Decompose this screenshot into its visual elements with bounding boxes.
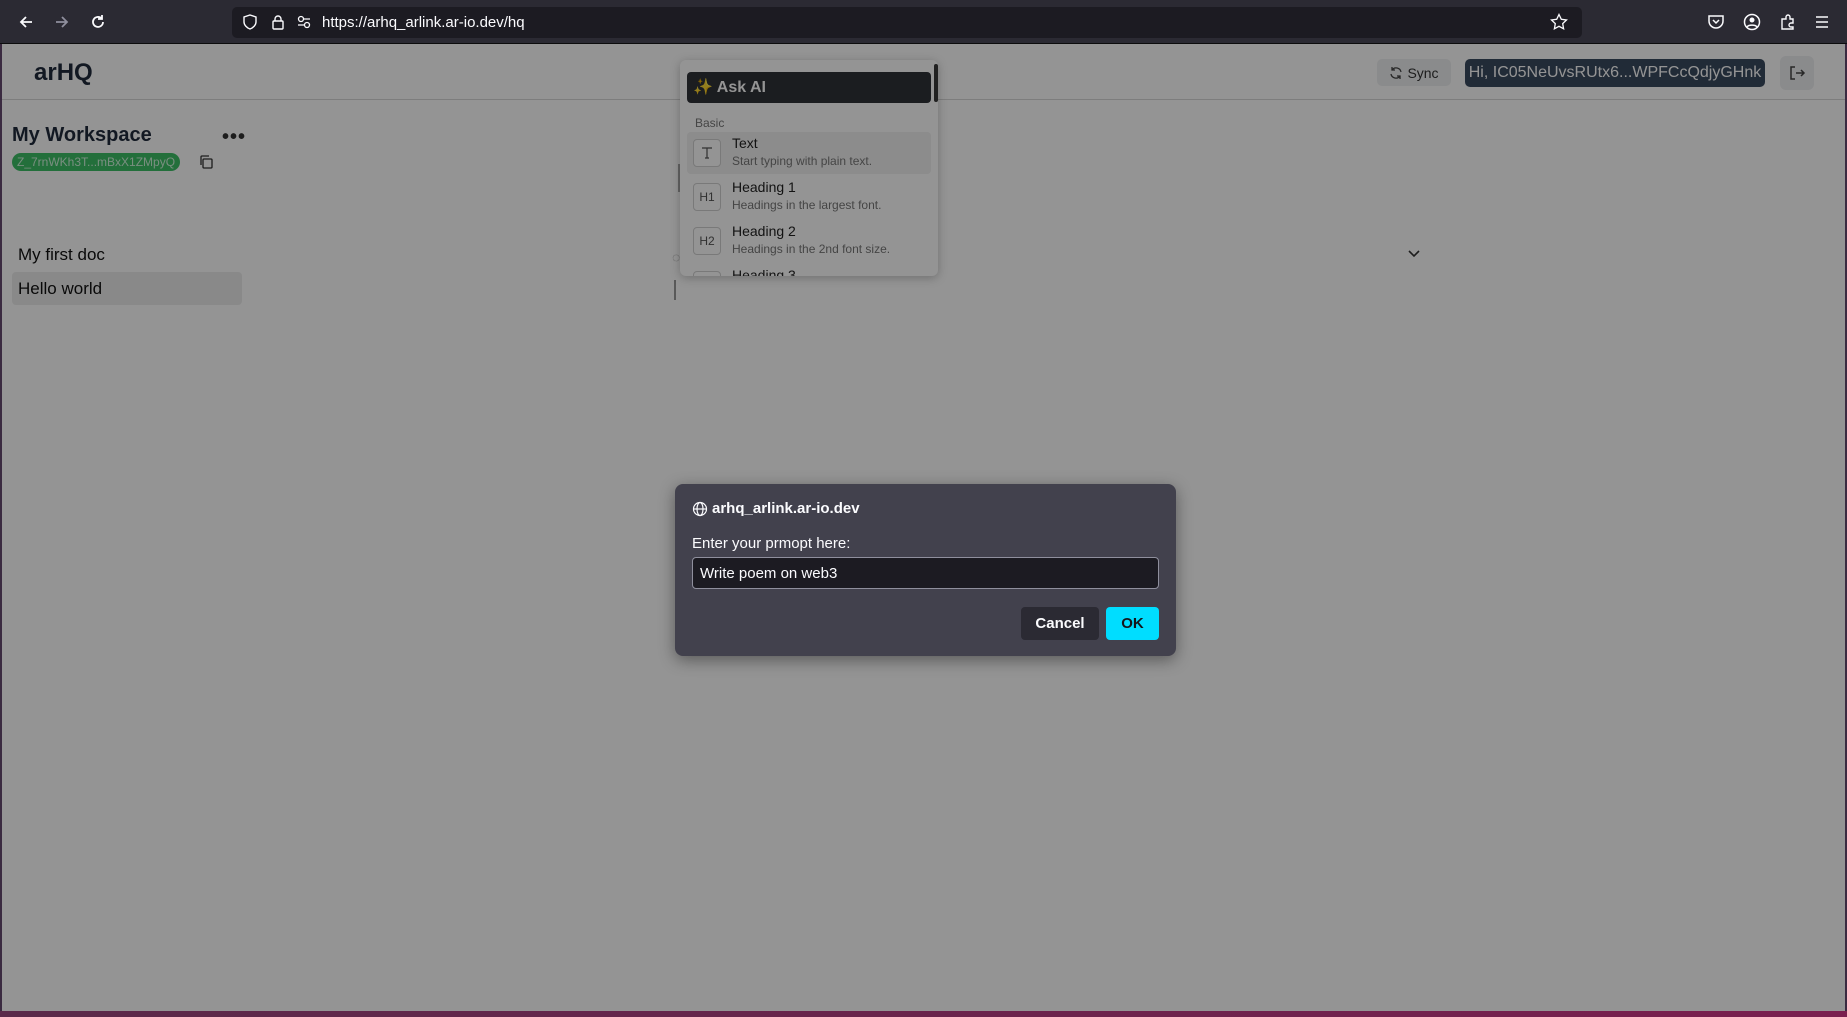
hamburger-menu-icon[interactable] — [1810, 10, 1834, 34]
prompt-dialog: arhq_arlink.ar-io.dev Enter your prmopt … — [675, 484, 1176, 656]
globe-icon — [692, 501, 708, 517]
permissions-icon[interactable] — [296, 14, 312, 35]
bookmark-star-icon[interactable] — [1550, 12, 1568, 36]
ok-button[interactable]: OK — [1106, 607, 1159, 640]
page-viewport: arHQ Sync Hi, IC05NeUvsRUtx6...WPFCcQdjy… — [2, 44, 1845, 1013]
url-bar[interactable]: https://arhq_arlink.ar-io.dev/hq — [232, 7, 1582, 38]
reload-icon[interactable] — [86, 10, 110, 34]
shield-icon[interactable] — [242, 14, 258, 35]
back-arrow-icon[interactable] — [14, 10, 38, 34]
forward-arrow-icon[interactable] — [50, 10, 74, 34]
url-text[interactable]: https://arhq_arlink.ar-io.dev/hq — [322, 14, 525, 31]
dialog-origin: arhq_arlink.ar-io.dev — [712, 500, 860, 517]
browser-toolbar: https://arhq_arlink.ar-io.dev/hq — [0, 0, 1847, 44]
dialog-prompt-label: Enter your prmopt here: — [692, 535, 851, 552]
prompt-input[interactable] — [692, 557, 1159, 589]
lock-icon[interactable] — [270, 14, 286, 35]
account-icon[interactable] — [1740, 10, 1764, 34]
extensions-icon[interactable] — [1776, 10, 1800, 34]
desktop-background-strip — [0, 1011, 1847, 1017]
pocket-icon[interactable] — [1704, 10, 1728, 34]
cancel-button[interactable]: Cancel — [1021, 607, 1099, 640]
